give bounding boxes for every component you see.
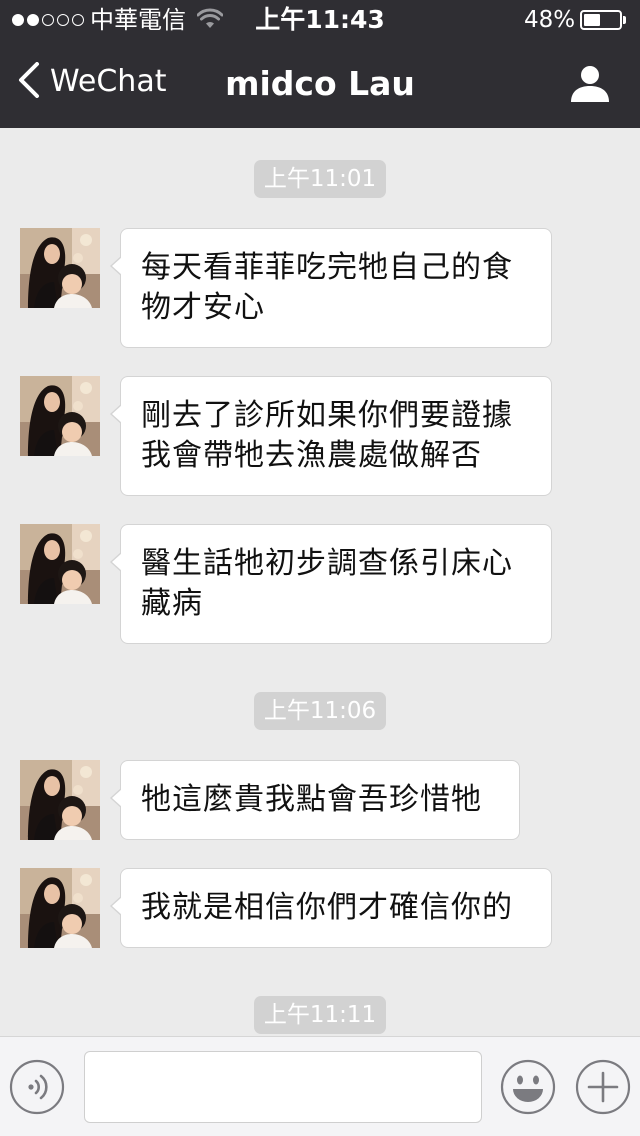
timestamp-label: 上午11:06 xyxy=(253,692,387,730)
contact-avatar[interactable] xyxy=(20,868,100,948)
timestamp-label: 上午11:01 xyxy=(253,160,387,198)
plus-icon xyxy=(575,1059,631,1119)
timestamp-separator: 上午11:11 xyxy=(0,996,640,1034)
message-text-input[interactable] xyxy=(84,1051,482,1123)
timestamp-separator: 上午11:01 xyxy=(0,160,640,198)
message-input-bar xyxy=(0,1036,640,1136)
message-bubble[interactable]: 剛去了診所如果你們要證據我會帶牠去漁農處做解否 xyxy=(110,376,552,496)
voice-input-button[interactable] xyxy=(9,1059,65,1115)
contact-avatar[interactable] xyxy=(20,760,100,840)
emoji-button[interactable] xyxy=(500,1059,556,1115)
timestamp-label: 上午11:11 xyxy=(253,996,387,1034)
battery-icon xyxy=(580,10,622,30)
battery-percentage: 48% xyxy=(524,7,576,33)
status-bar: 中華電信 上午11:43 48% xyxy=(0,0,640,40)
battery-terminal xyxy=(623,16,626,24)
voice-icon xyxy=(9,1059,65,1119)
person-icon xyxy=(568,66,612,108)
contact-avatar[interactable] xyxy=(20,228,100,308)
message-bubble[interactable]: 每天看菲菲吃完牠自己的食物才安心 xyxy=(110,228,552,348)
chevron-left-icon xyxy=(18,62,40,102)
more-options-button[interactable] xyxy=(575,1059,631,1115)
contact-avatar[interactable] xyxy=(20,376,100,456)
contact-avatar[interactable] xyxy=(20,524,100,604)
battery-level xyxy=(584,14,600,26)
message-bubble[interactable]: 醫生話牠初步調查係引床心藏病 xyxy=(110,524,552,644)
back-label: WeChat xyxy=(50,64,167,99)
message-bubble[interactable]: 我就是相信你們才確信你的 xyxy=(110,868,552,948)
back-button[interactable]: WeChat xyxy=(18,62,166,102)
contact-profile-button[interactable] xyxy=(568,64,612,104)
emoji-icon xyxy=(500,1059,556,1119)
chat-message-list[interactable]: 上午11:01 每天看菲菲吃完牠自己的食物才安心 剛去了診所如果你們要證據我會帶… xyxy=(0,128,640,1036)
message-bubble[interactable]: 牠這麼貴我點會吾珍惜牠 xyxy=(110,760,520,840)
timestamp-separator: 上午11:06 xyxy=(0,692,640,730)
top-bar: 中華電信 上午11:43 48% WeChat midco Lau xyxy=(0,0,640,128)
